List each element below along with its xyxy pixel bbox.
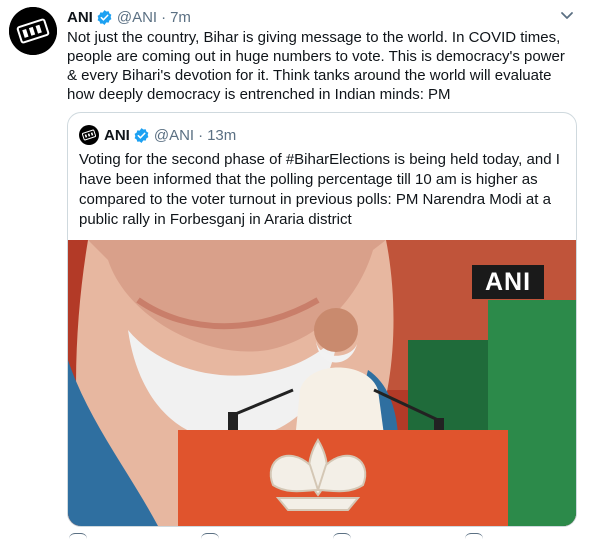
tweet-timestamp[interactable]: 7m xyxy=(170,9,191,26)
watermark-logo: ANI xyxy=(472,265,544,299)
quoted-author-name: ANI xyxy=(104,126,130,144)
quoted-tweet[interactable]: ANI @ANI · 13m Voting for the second pha… xyxy=(67,112,577,527)
author-handle[interactable]: @ANI xyxy=(117,9,157,26)
verified-badge-icon xyxy=(133,127,150,144)
author-avatar[interactable] xyxy=(9,7,57,55)
tweet-header: ANI @ANI · 7m xyxy=(67,7,191,27)
tweet-text: Not just the country, Bihar is giving me… xyxy=(67,29,565,103)
tweet[interactable]: ANI @ANI · 7m Not just the country, Biha… xyxy=(0,0,593,541)
quoted-author-handle: @ANI xyxy=(153,126,195,144)
author-name[interactable]: ANI xyxy=(67,9,93,26)
tweet-actions xyxy=(67,533,567,543)
quoted-tweet-header: ANI @ANI · 13m xyxy=(79,124,236,146)
quoted-tweet-timestamp: 13m xyxy=(207,126,237,144)
separator-dot: · xyxy=(198,126,204,144)
quoted-tweet-image[interactable]: ANI xyxy=(68,240,576,526)
separator-dot: · xyxy=(161,8,167,26)
quoted-author-avatar xyxy=(79,125,99,145)
chevron-down-icon[interactable] xyxy=(557,5,577,25)
quoted-tweet-text: Voting for the second phase of #BiharEle… xyxy=(79,151,560,228)
verified-badge-icon xyxy=(96,9,113,26)
